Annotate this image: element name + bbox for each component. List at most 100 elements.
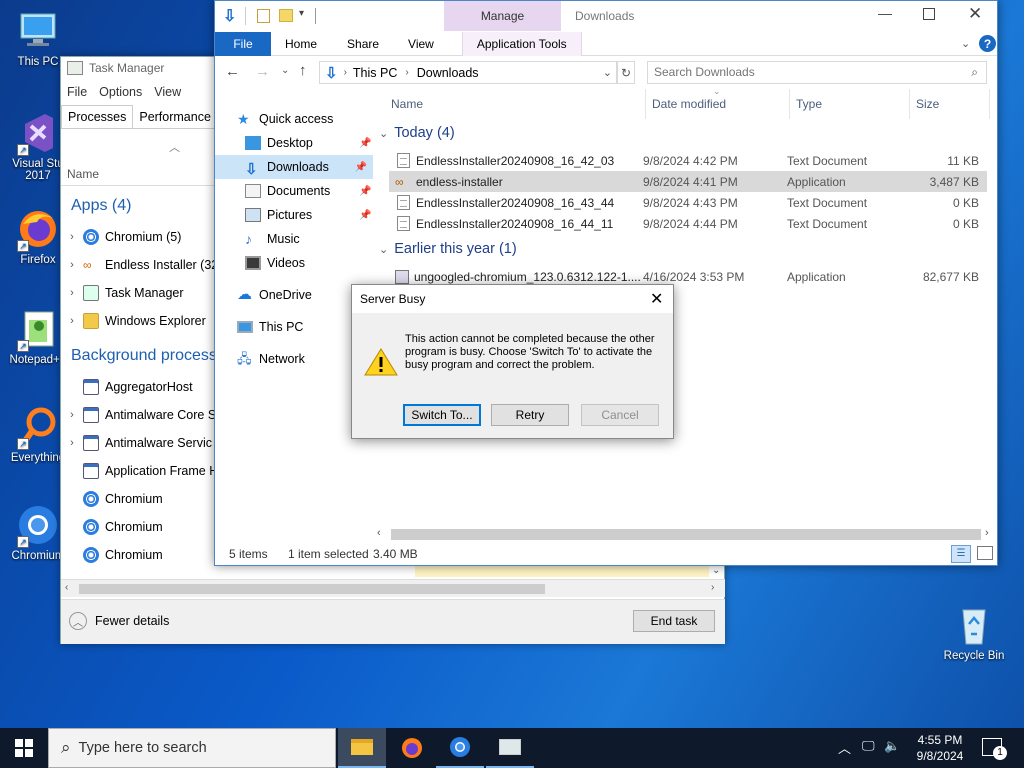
nav-quick-access[interactable]: ★ Quick access <box>237 107 393 131</box>
retry-button[interactable]: Retry <box>491 404 569 426</box>
scroll-right-icon[interactable]: › <box>711 582 714 593</box>
server-busy-dialog[interactable]: Server Busy ✕ This action cannot be comp… <box>351 284 674 439</box>
breadcrumb-this-pc[interactable]: This PC <box>353 66 397 80</box>
minimize-button[interactable]: — <box>878 5 892 21</box>
tab-application-tools[interactable]: Application Tools <box>461 31 582 56</box>
chevron-right-icon[interactable]: › <box>61 287 83 299</box>
nav-documents[interactable]: Documents 📌 <box>245 179 401 203</box>
pin-icon[interactable]: 📌 <box>355 162 367 173</box>
start-button[interactable] <box>0 728 48 768</box>
address-bar[interactable]: ⇩ › This PC › Downloads ⌄ <box>319 61 617 84</box>
clock[interactable]: 4:55 PM 9/8/2024 <box>912 732 968 764</box>
nav-videos[interactable]: Videos <box>245 251 401 275</box>
column-name[interactable]: Name <box>391 97 423 111</box>
file-row[interactable]: EndlessInstaller20240908_16_42_03 9/8/20… <box>389 150 987 171</box>
column-name[interactable]: Name <box>67 167 99 181</box>
tab-home[interactable]: Home <box>285 37 317 51</box>
refresh-button[interactable]: ↻ <box>617 61 635 84</box>
process-row[interactable]: › Antimalware Core S <box>61 401 221 429</box>
dialog-titlebar[interactable]: Server Busy ✕ <box>352 285 673 313</box>
process-row[interactable]: Chromium <box>61 485 221 513</box>
fewer-details-button[interactable]: ︿ Fewer details <box>69 612 169 630</box>
ribbon-expand-icon[interactable]: ⌄ <box>961 37 970 50</box>
tab-share[interactable]: Share <box>347 37 379 51</box>
menu-options[interactable]: Options <box>99 85 142 99</box>
switch-to-button[interactable]: Switch To... <box>403 404 481 426</box>
breadcrumb-downloads[interactable]: Downloads <box>417 66 479 80</box>
file-row[interactable]: EndlessInstaller20240908_16_43_44 9/8/20… <box>389 192 987 213</box>
column-size[interactable]: Size <box>916 97 939 111</box>
help-icon[interactable]: ? <box>979 35 996 52</box>
details-view-icon[interactable]: ☰ <box>951 545 971 563</box>
group-header-today[interactable]: ⌄ Today (4) <box>379 125 455 141</box>
desktop-icon-recycle-bin[interactable]: Recycle Bin <box>936 602 1012 662</box>
search-input[interactable] <box>648 62 948 82</box>
nav-pictures[interactable]: Pictures 📌 <box>245 203 401 227</box>
address-dropdown-icon[interactable]: ⌄ <box>603 66 612 79</box>
process-row[interactable]: AggregatorHost <box>61 373 221 401</box>
menu-view[interactable]: View <box>154 85 181 99</box>
maximize-button[interactable] <box>923 8 935 20</box>
network-icon[interactable]: 🖵 <box>862 738 875 754</box>
column-divider[interactable] <box>909 89 910 119</box>
nav-music[interactable]: ♪ Music <box>245 227 401 251</box>
taskbar-chromium[interactable] <box>436 728 484 768</box>
quick-access-toolbar-dropdown-icon[interactable]: ▾ <box>299 8 304 19</box>
recent-locations-icon[interactable]: ⌄ <box>281 65 289 76</box>
search-box[interactable]: ⌕ <box>647 61 987 84</box>
close-button[interactable]: ✕ <box>968 4 982 24</box>
process-row[interactable]: Chromium <box>61 541 221 569</box>
back-arrow-icon[interactable]: ← <box>225 63 240 80</box>
process-row[interactable]: Chromium <box>61 513 221 541</box>
scroll-right-icon[interactable]: › <box>985 527 989 539</box>
tab-performance[interactable]: Performance <box>133 105 217 128</box>
explorer-titlebar[interactable]: ⇩ ▾ Manage Downloads — ✕ <box>215 1 997 31</box>
scrollbar-thumb[interactable] <box>79 584 545 594</box>
group-header-earlier-this-year[interactable]: ⌄ Earlier this year (1) <box>379 241 517 257</box>
taskbar-firefox[interactable] <box>388 728 436 768</box>
cancel-button[interactable]: Cancel <box>581 404 659 426</box>
new-folder-icon[interactable] <box>279 9 293 22</box>
notification-center-icon[interactable]: 1 <box>982 738 1007 760</box>
chevron-right-icon[interactable]: › <box>61 409 83 421</box>
taskbar-task-manager[interactable] <box>486 728 534 768</box>
properties-icon[interactable] <box>257 9 270 23</box>
column-type[interactable]: Type <box>796 97 822 111</box>
tab-processes[interactable]: Processes <box>61 105 134 128</box>
up-arrow-icon[interactable]: ↑ <box>299 62 307 79</box>
file-explorer-window[interactable]: ⇩ ▾ Manage Downloads — ✕ File Home Share… <box>214 0 998 566</box>
chevron-right-icon[interactable]: › <box>61 315 83 327</box>
process-row[interactable]: › Chromium (5) <box>61 223 221 251</box>
end-task-button[interactable]: End task <box>633 610 715 632</box>
scroll-left-icon[interactable]: ‹ <box>377 527 381 539</box>
nav-desktop[interactable]: Desktop 📌 <box>245 131 401 155</box>
close-button[interactable]: ✕ <box>650 289 663 309</box>
process-row[interactable]: › Windows Explorer <box>61 307 221 335</box>
process-row[interactable]: › Antimalware Servic <box>61 429 221 457</box>
forward-arrow-icon[interactable]: → <box>255 63 270 80</box>
chevron-right-icon[interactable]: › <box>61 259 83 271</box>
volume-muted-icon[interactable]: 🔈 <box>884 738 900 754</box>
chevron-right-icon[interactable]: › <box>61 437 83 449</box>
tab-view[interactable]: View <box>408 37 434 51</box>
process-row[interactable]: › Task Manager <box>61 279 221 307</box>
task-manager-titlebar[interactable]: Task Manager <box>67 61 164 75</box>
process-row[interactable]: Application Frame H <box>61 457 221 485</box>
column-divider[interactable] <box>989 89 990 119</box>
column-date-modified[interactable]: Date modified <box>652 97 726 111</box>
process-row[interactable]: › ∞ Endless Installer (32 <box>61 251 221 279</box>
scroll-left-icon[interactable]: ‹ <box>65 582 68 593</box>
chevron-right-icon[interactable]: › <box>61 231 83 243</box>
scrollbar-thumb[interactable] <box>391 529 981 540</box>
menu-file[interactable]: File <box>67 85 87 99</box>
file-row[interactable]: EndlessInstaller20240908_16_44_11 9/8/20… <box>389 213 987 234</box>
taskbar-search-box[interactable]: ⌕ Type here to search <box>48 728 336 768</box>
large-icons-view-icon[interactable] <box>977 546 993 560</box>
show-hidden-icons-icon[interactable]: ︿ <box>838 738 851 757</box>
horizontal-scrollbar[interactable]: ‹ › <box>375 526 997 543</box>
column-divider[interactable] <box>789 89 790 119</box>
scroll-down-icon[interactable]: ⌄ <box>712 565 720 576</box>
tab-file[interactable]: File <box>215 31 271 56</box>
nav-downloads[interactable]: ⇩ Downloads 📌 <box>215 155 373 179</box>
taskbar-file-explorer[interactable] <box>338 728 386 768</box>
